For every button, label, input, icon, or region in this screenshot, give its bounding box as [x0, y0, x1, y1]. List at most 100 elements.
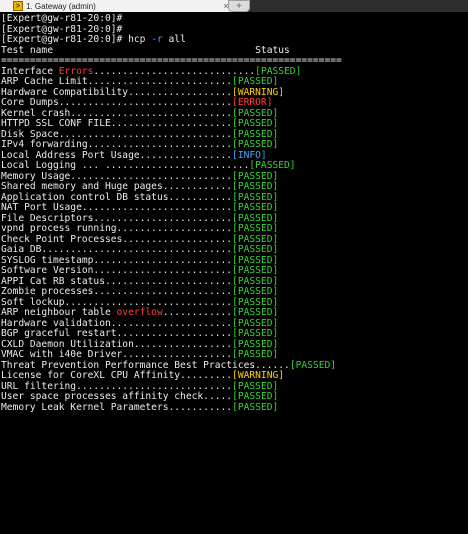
status-badge: [WARNING]	[232, 370, 285, 381]
status-badge: [PASSED]	[232, 391, 279, 402]
dot-leader: .................	[133, 338, 233, 350]
dot-leader: ............	[162, 181, 233, 192]
dot-leader: ...........	[168, 191, 233, 203]
status-badge: [PASSED]	[232, 170, 279, 182]
status-badge: [PASSED]	[232, 307, 279, 318]
status-badge: [INFO]	[232, 149, 267, 161]
test-name: BGP graceful restart	[1, 328, 117, 339]
status-badge: [PASSED]	[232, 254, 279, 266]
status-badge: [PASSED]	[232, 181, 279, 192]
dot-leader: .........	[180, 370, 233, 381]
terminal-output[interactable]: [Expert@gw-r81-20:0]# [Expert@gw-r81-20:…	[1, 14, 467, 534]
dot-leader: ............................	[70, 107, 233, 119]
status-badge: [PASSED]	[232, 76, 279, 87]
dot-leader: ............	[162, 307, 233, 318]
test-name: VMAC with i40e Driver	[1, 349, 123, 360]
test-name: Soft lockup	[1, 296, 65, 308]
test-name: ARP neighbour table	[1, 307, 117, 318]
prompt-line: [Expert@gw-r81-20:0]#	[1, 14, 123, 24]
status-badge: [PASSED]	[232, 233, 279, 245]
status-badge: [PASSED]	[232, 212, 279, 224]
dot-leader: ...................	[122, 233, 233, 245]
status-badge: [PASSED]	[232, 349, 279, 360]
dot-leader: .....................	[110, 317, 233, 329]
test-name: Local Logging	[1, 160, 77, 171]
test-name: Disk Space	[1, 128, 59, 140]
test-name: NAT Port Usage	[1, 202, 82, 213]
dot-leader: ........................	[93, 254, 233, 266]
status-badge: [PASSED]	[232, 328, 279, 339]
prompt: [Expert@gw-r81-20:0]#	[1, 34, 129, 45]
dot-leader: ...................	[122, 349, 233, 360]
tab-title: 1. Gateway (admin)	[26, 1, 96, 11]
dot-leader: ........................	[93, 286, 233, 297]
dot-leader: ................	[139, 149, 233, 161]
dot-leader: .....	[203, 391, 233, 402]
status-badge: [PASSED]	[232, 401, 279, 413]
tab-gateway-admin[interactable]: > 1. Gateway (admin) ×	[0, 0, 239, 12]
status-badge: [PASSED]	[232, 265, 279, 276]
status-badge: [PASSED]	[232, 244, 279, 255]
test-name: License for CoreXL CPU Affinity	[1, 370, 181, 381]
test-name: SYSLOG timestamp	[1, 254, 94, 266]
status-badge: [PASSED]	[232, 380, 279, 392]
result-row: Memory Leak Kernel Parameters...........…	[1, 401, 467, 414]
dot-leader: ...........................	[76, 380, 233, 392]
new-tab-icon: +	[236, 0, 242, 12]
test-name-header: Test name	[1, 44, 53, 56]
status-header: Status	[255, 44, 290, 56]
test-name: Hardware validation	[1, 317, 111, 329]
status-badge: [PASSED]	[232, 317, 279, 329]
test-name: IPv4 forwarding	[1, 139, 88, 150]
dot-leader: ........................	[93, 212, 233, 224]
dot-leader: ...........	[168, 401, 233, 413]
command-arg: all	[168, 34, 186, 45]
test-name: Local Address Port Usage	[1, 149, 140, 161]
dot-leader: ..................	[128, 86, 233, 98]
status-badge: [PASSED]	[232, 107, 279, 119]
highlighted-word: overflow	[116, 307, 163, 318]
highlighted-word: Errors	[58, 65, 94, 77]
status-badge: [PASSED]	[249, 160, 296, 171]
test-name: Memory Usage	[1, 170, 71, 182]
dot-leader: ....................	[116, 223, 233, 234]
command-flag: -r	[151, 34, 163, 45]
test-name: User space processes affinity check	[1, 391, 204, 402]
status-badge: [PASSED]	[232, 286, 279, 297]
dot-leader: .........................	[87, 139, 233, 150]
status-badge: [PASSED]	[232, 296, 279, 308]
test-name: APPI Cat RB status	[1, 275, 105, 287]
test-name: HTTPD SSL CONF FILE	[1, 118, 111, 129]
test-name: Check Point Processes	[1, 233, 123, 245]
status-badge: [PASSED]	[232, 118, 279, 129]
test-name: Shared memory and Huge pages	[1, 181, 163, 192]
test-name: Threat Prevention Performance Best Pract…	[1, 359, 256, 371]
test-name: Memory Leak Kernel Parameters	[1, 401, 169, 413]
status-badge: [WARNING]	[232, 86, 285, 98]
status-badge: [ERROR]	[232, 97, 273, 108]
dot-leader: ............................	[70, 170, 233, 182]
test-name: Kernel crash	[1, 107, 71, 119]
dot-leader: ... .........................	[76, 160, 250, 171]
terminal-session-icon: >	[13, 1, 23, 11]
test-name: Zombie processes	[1, 286, 94, 297]
status-badge: [PASSED]	[232, 139, 279, 150]
status-badge: [PASSED]	[232, 223, 279, 234]
test-name: CXLD Daemon Utilization	[1, 338, 134, 350]
dot-leader: .....................	[110, 118, 233, 129]
dot-leader: .........................	[87, 76, 233, 87]
status-badge: [PASSED]	[232, 128, 279, 140]
new-tab-button[interactable]: +	[228, 0, 250, 12]
status-badge: [PASSED]	[232, 191, 279, 203]
dot-leader: ............................	[93, 65, 256, 77]
status-badge: [PASSED]	[232, 338, 279, 350]
status-badge: [PASSED]	[232, 202, 279, 213]
results-list: Interface Errors........................…	[1, 65, 467, 414]
status-badge: [PASSED]	[232, 275, 279, 287]
status-badge: [PASSED]	[289, 359, 337, 371]
test-name: ARP Cache Limit	[1, 76, 88, 87]
test-name: vpnd process running	[1, 223, 117, 234]
dot-leader: ........................	[93, 265, 233, 276]
test-name: Interface	[1, 65, 59, 77]
command-text: hcp	[128, 34, 146, 45]
